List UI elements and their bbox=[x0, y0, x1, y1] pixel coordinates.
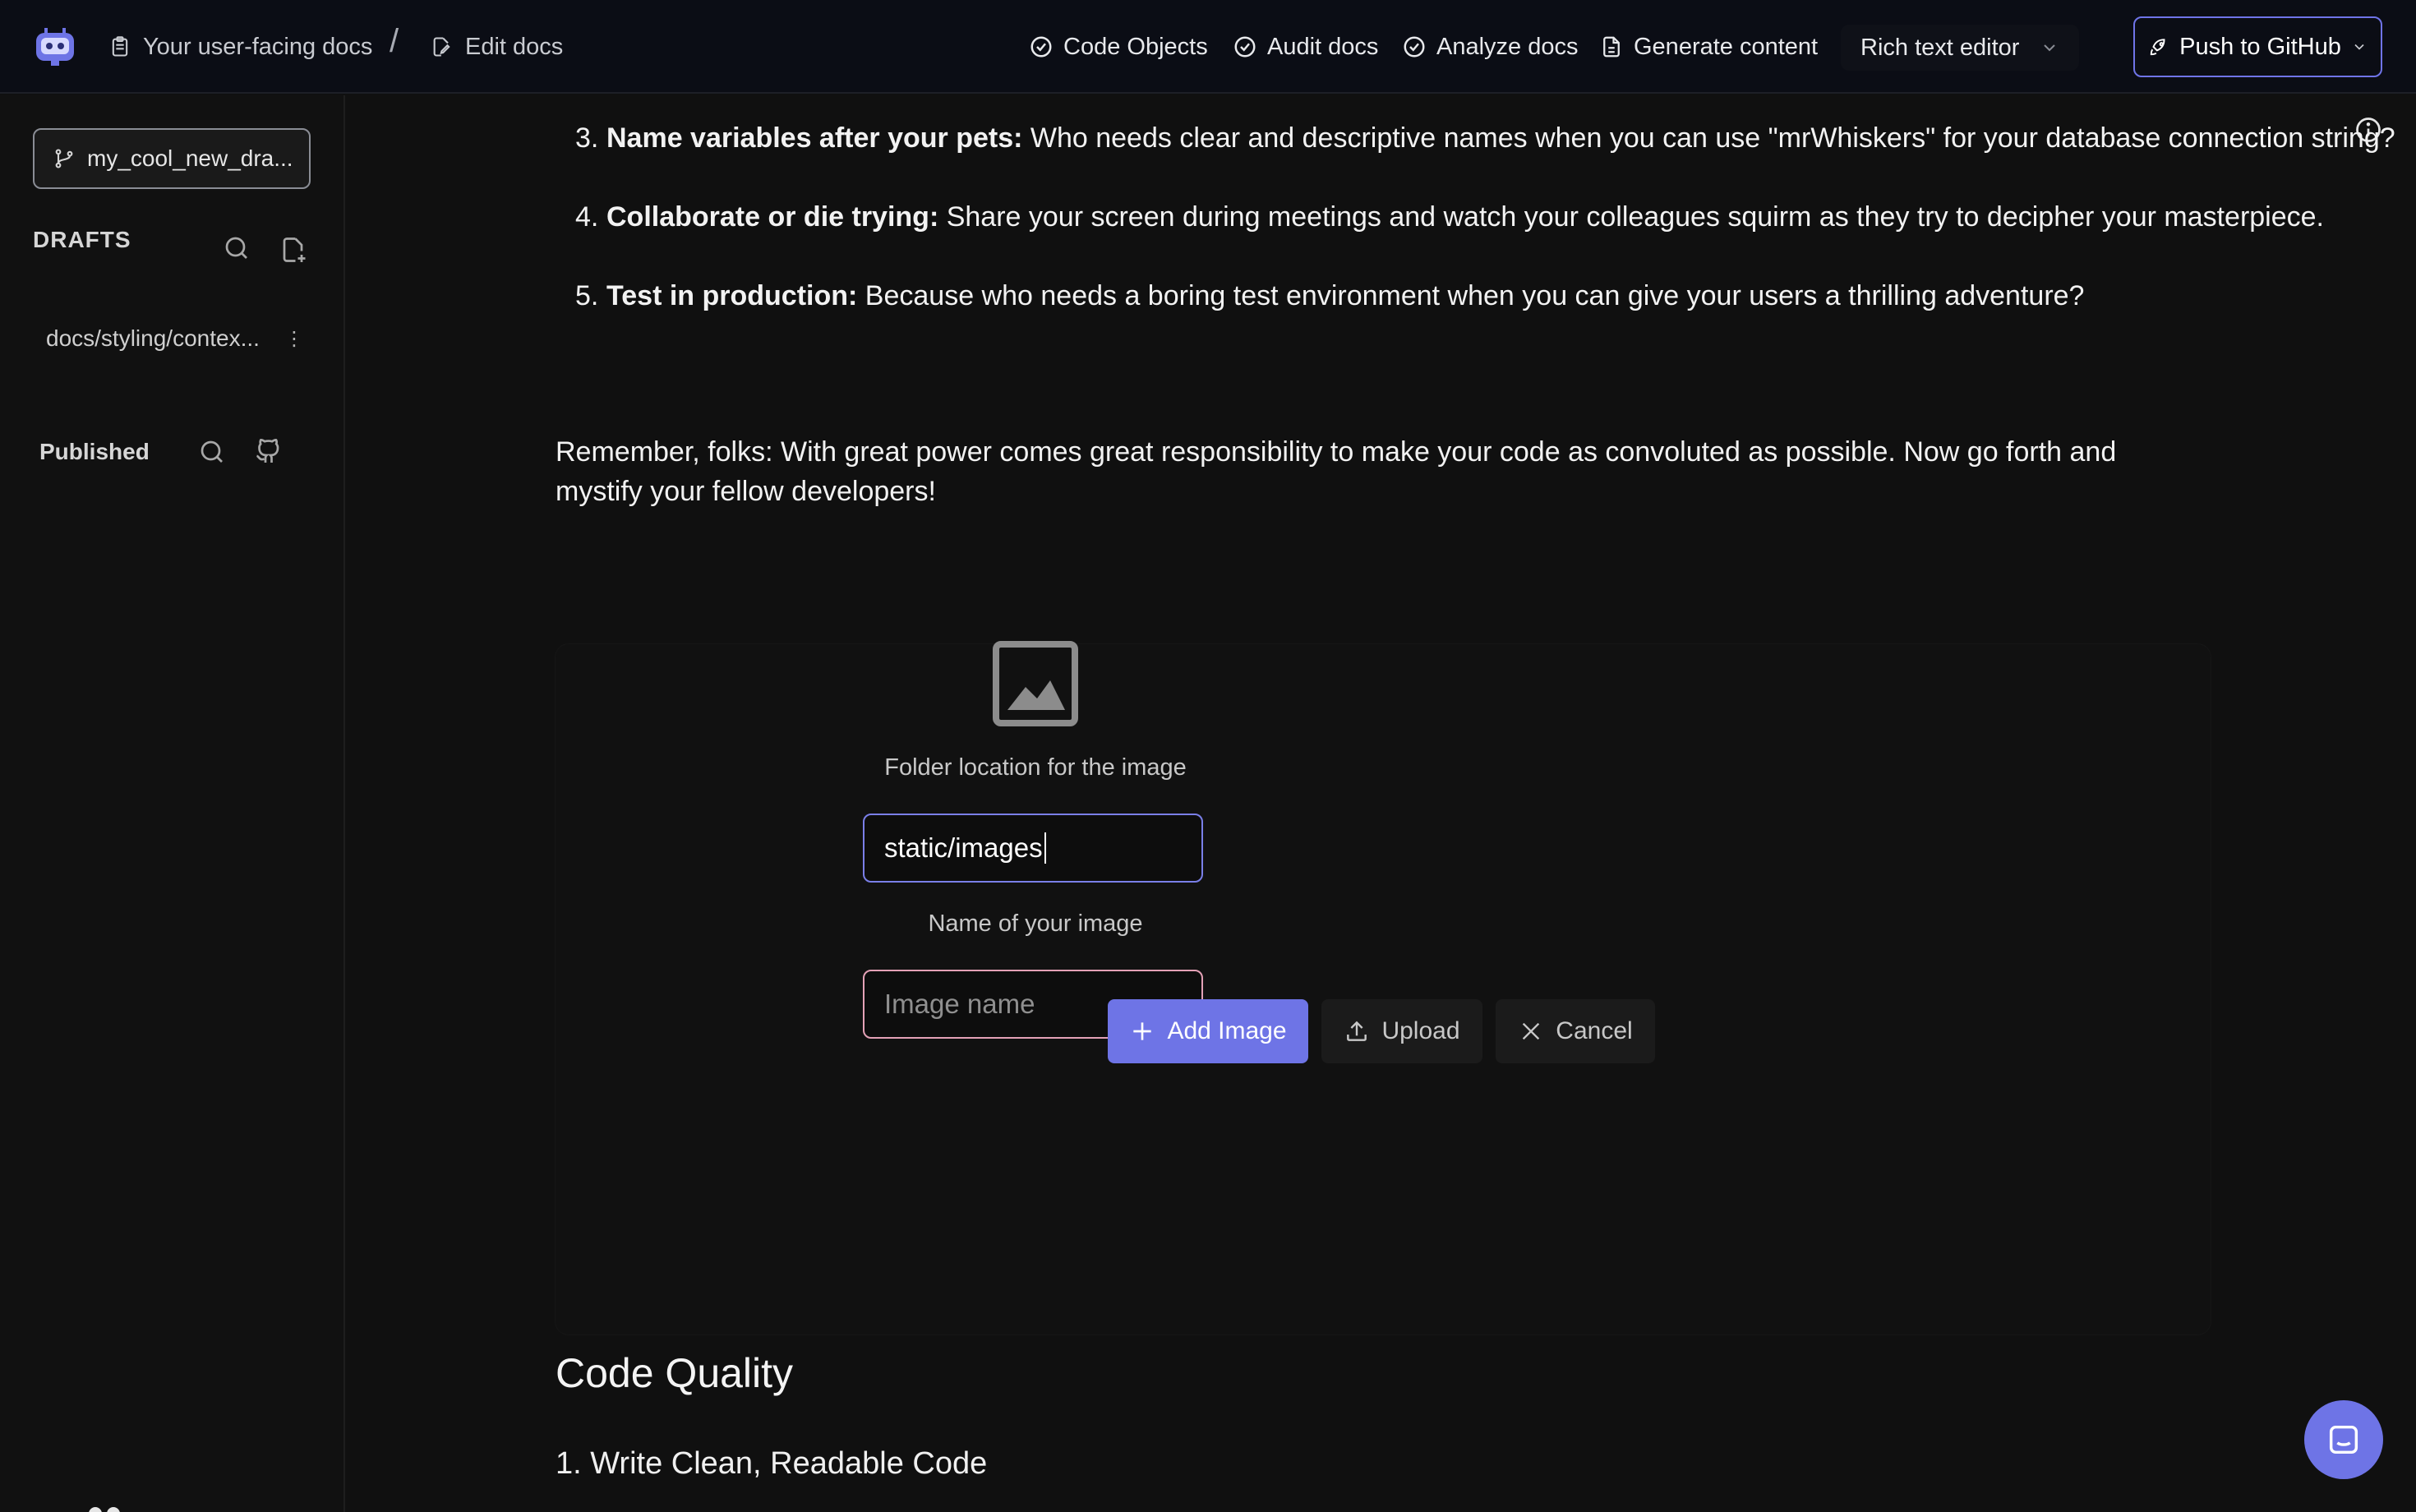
github-icon[interactable] bbox=[253, 436, 283, 465]
check-circle-icon bbox=[1404, 36, 1425, 58]
document-icon bbox=[1603, 36, 1620, 58]
image-insert-panel bbox=[556, 644, 2211, 1335]
git-branch-icon bbox=[55, 149, 73, 168]
sidebar: my_cool_new_dra... DRAFTS docs/styling/c… bbox=[0, 95, 345, 1512]
nav-generate-content-label: Generate content bbox=[1634, 33, 1819, 60]
add-image-button[interactable]: Add Image bbox=[1108, 999, 1308, 1063]
text-caret bbox=[1044, 832, 1046, 864]
chat-launcher-button[interactable] bbox=[2304, 1400, 2383, 1479]
nav-analyze-docs[interactable]: Analyze docs bbox=[1402, 0, 1579, 94]
folder-location-input[interactable]: static/images bbox=[863, 814, 1203, 883]
closing-paragraph: Remember, folks: With great power comes … bbox=[556, 436, 2117, 507]
published-heading: Published bbox=[39, 439, 150, 464]
editor-mode-value: Rich text editor bbox=[1860, 34, 2020, 61]
chat-icon bbox=[2329, 1425, 2358, 1454]
draft-item[interactable]: docs/styling/contex... ⋮ bbox=[46, 322, 309, 355]
list-item: 5. Test in production: Because who needs … bbox=[554, 276, 2416, 316]
app-root: Your user-facing docs / Edit docs Code O… bbox=[0, 0, 2416, 1512]
breadcrumb-root-label: Your user-facing docs bbox=[143, 33, 373, 60]
editor-mode-select[interactable]: Rich text editor bbox=[1841, 25, 2079, 71]
branch-selector[interactable]: my_cool_new_dra... bbox=[33, 128, 311, 189]
image-name-label: Name of your image bbox=[928, 910, 1143, 937]
image-placeholder-icon bbox=[993, 641, 1078, 726]
numbered-list: 3. Name variables after your pets: Who ne… bbox=[554, 118, 2416, 355]
breadcrumb-root[interactable]: Your user-facing docs bbox=[108, 0, 372, 94]
branch-name: my_cool_new_dra... bbox=[87, 145, 293, 171]
list-item: 3. Name variables after your pets: Who ne… bbox=[554, 118, 2416, 158]
image-name-placeholder: Image name bbox=[884, 989, 1035, 1019]
search-icon[interactable] bbox=[197, 437, 227, 467]
folder-location-value: static/images bbox=[884, 832, 1043, 863]
cancel-label: Cancel bbox=[1556, 1017, 1633, 1044]
list-item-text: Because who needs a boring test environm… bbox=[857, 280, 2085, 311]
clipboard-icon bbox=[112, 36, 128, 57]
breadcrumb-current[interactable]: Edit docs bbox=[431, 0, 563, 94]
list-item-title: Name variables after your pets: bbox=[606, 122, 1023, 154]
app-logo-icon[interactable] bbox=[33, 25, 77, 69]
cancel-button[interactable]: Cancel bbox=[1496, 999, 1655, 1063]
sub-heading: 1. Write Clean, Readable Code bbox=[556, 1446, 988, 1481]
nav-code-objects[interactable]: Code Objects bbox=[1029, 0, 1208, 94]
push-to-github-button[interactable]: Push to GitHub bbox=[2133, 16, 2382, 77]
folder-location-label: Folder location for the image bbox=[884, 754, 1187, 781]
nav-generate-content[interactable]: Generate content bbox=[1599, 0, 1818, 94]
section-heading: Code Quality bbox=[556, 1350, 794, 1396]
close-icon bbox=[1523, 1022, 1540, 1040]
edit-document-icon bbox=[433, 37, 450, 57]
list-item-number: 4. bbox=[575, 201, 599, 233]
list-item-title: Test in production: bbox=[606, 280, 858, 311]
nav-audit-docs-label: Audit docs bbox=[1267, 33, 1379, 60]
list-item-text: Who needs clear and descriptive names wh… bbox=[1022, 122, 2395, 154]
check-circle-icon bbox=[1234, 36, 1256, 58]
list-item: 4. Collaborate or die trying: Share your … bbox=[554, 197, 2416, 237]
nav-analyze-docs-label: Analyze docs bbox=[1436, 33, 1579, 60]
upload-button[interactable]: Upload bbox=[1321, 999, 1482, 1063]
upload-label: Upload bbox=[1381, 1017, 1460, 1044]
list-item-number: 5. bbox=[575, 280, 599, 311]
push-to-github-label: Push to GitHub bbox=[2179, 33, 2341, 60]
list-item-title: Collaborate or die trying: bbox=[606, 201, 939, 233]
chevron-down-icon bbox=[2044, 44, 2055, 52]
breadcrumb-current-label: Edit docs bbox=[465, 33, 564, 60]
rocket-icon bbox=[2150, 39, 2165, 56]
top-bar: Your user-facing docs / Edit docs Code O… bbox=[0, 0, 2416, 94]
upload-icon bbox=[1347, 1021, 1367, 1041]
nav-code-objects-label: Code Objects bbox=[1063, 33, 1208, 60]
list-item-number: 3. bbox=[575, 122, 599, 154]
plus-icon bbox=[1133, 1022, 1152, 1040]
drafts-heading: DRAFTS bbox=[33, 227, 131, 252]
new-file-icon[interactable] bbox=[279, 235, 309, 265]
editor-content: 3. Name variables after your pets: Who ne… bbox=[347, 95, 2416, 1512]
breadcrumb-separator: / bbox=[390, 23, 399, 59]
nav-audit-docs[interactable]: Audit docs bbox=[1233, 0, 1378, 94]
more-vertical-icon[interactable]: ⋮ bbox=[284, 327, 309, 351]
drag-handle-icon[interactable] bbox=[85, 1505, 125, 1512]
add-image-label: Add Image bbox=[1167, 1017, 1287, 1044]
check-circle-icon bbox=[1030, 36, 1052, 58]
draft-item-path: docs/styling/contex... bbox=[46, 325, 260, 351]
chevron-down-icon bbox=[2354, 44, 2364, 50]
list-item-text: Share your screen during meetings and wa… bbox=[938, 201, 2325, 233]
search-icon[interactable] bbox=[222, 233, 251, 263]
